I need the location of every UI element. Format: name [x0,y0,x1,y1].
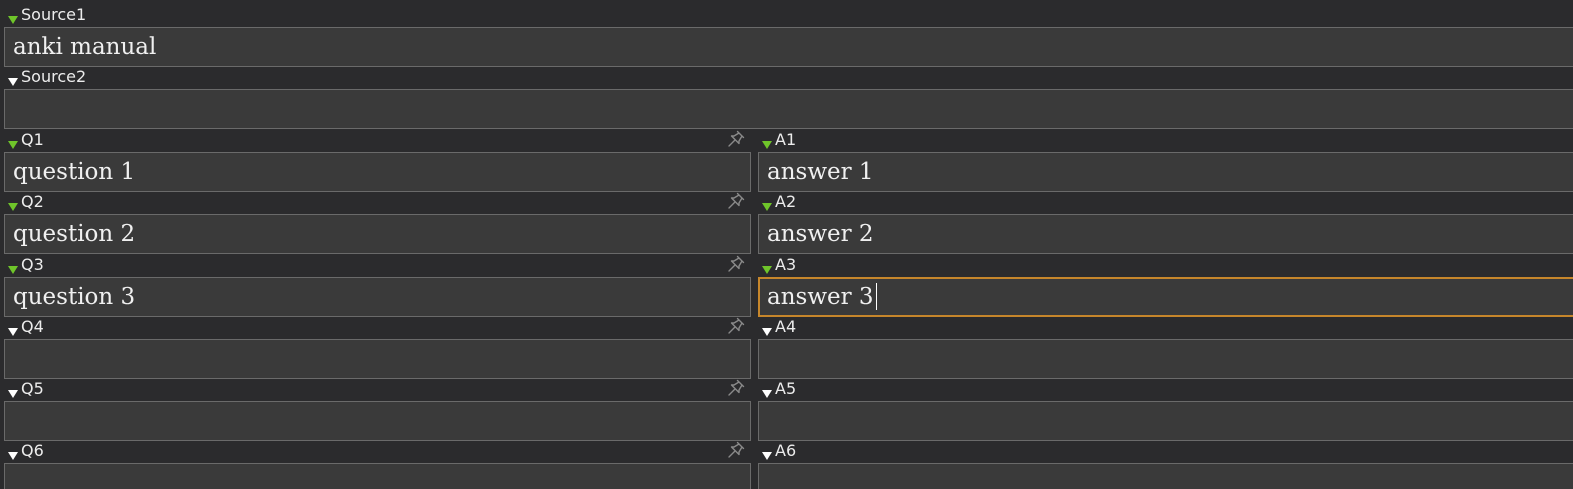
chevron-down-icon[interactable] [8,452,18,460]
field-text: question 2 [13,221,136,247]
field-a6: A6 [754,438,1573,489]
field-name-source1: Source1 [21,5,87,24]
source1-input[interactable]: anki manual [4,27,1573,67]
field-source1: Source1 anki manual [0,2,1573,68]
field-a4: A4 [754,314,1573,380]
field-name-q2: Q2 [21,192,44,211]
field-name-q6: Q6 [21,441,44,460]
field-label-row: Q1 [0,127,751,149]
field-name-q5: Q5 [21,379,44,398]
chevron-down-icon[interactable] [762,266,772,274]
field-name-q3: Q3 [21,255,44,274]
field-label-row: Source2 [0,64,1573,86]
field-text: question 3 [13,284,136,310]
field-name-source2: Source2 [21,67,87,86]
field-a2: A2 answer 2 [754,189,1573,255]
a6-input[interactable] [758,463,1573,489]
field-text: answer 2 [767,221,874,247]
q4-input[interactable] [4,339,751,379]
chevron-down-icon[interactable] [8,266,18,274]
q6-input[interactable] [4,463,751,489]
field-text: anki manual [13,34,157,60]
field-label-row: Q2 [0,189,751,211]
field-label-row: Q3 [0,252,751,274]
a5-input[interactable] [758,401,1573,441]
pin-icon[interactable] [727,441,745,459]
field-name-a2: A2 [775,192,797,211]
field-name-q1: Q1 [21,130,44,149]
field-text-content: answer 3 [767,284,874,310]
a1-input[interactable]: answer 1 [758,152,1573,192]
field-name-q4: Q4 [21,317,44,336]
field-label-row: A6 [754,438,1573,460]
text-caret [875,283,877,310]
chevron-down-icon[interactable] [8,203,18,211]
note-editor: Source1 anki manual Source2 Q1 question … [0,0,1573,489]
field-name-a5: A5 [775,379,797,398]
chevron-down-icon[interactable] [762,452,772,460]
field-q5: Q5 [0,376,751,442]
field-label-row: A4 [754,314,1573,336]
field-a1: A1 answer 1 [754,127,1573,193]
chevron-down-icon[interactable] [8,16,18,24]
pin-icon[interactable] [727,192,745,210]
chevron-down-icon[interactable] [762,141,772,149]
field-name-a1: A1 [775,130,797,149]
q5-input[interactable] [4,401,751,441]
field-a3: A3 answer 3 [754,252,1573,318]
field-q2: Q2 question 2 [0,189,751,255]
field-label-row: Source1 [0,2,1573,24]
field-name-a4: A4 [775,317,797,336]
q3-input[interactable]: question 3 [4,277,751,317]
a2-input[interactable]: answer 2 [758,214,1573,254]
field-label-row: Q5 [0,376,751,398]
source2-input[interactable] [4,89,1573,129]
chevron-down-icon[interactable] [8,390,18,398]
chevron-down-icon[interactable] [762,390,772,398]
field-label-row: Q4 [0,314,751,336]
q1-input[interactable]: question 1 [4,152,751,192]
a4-input[interactable] [758,339,1573,379]
field-label-row: A2 [754,189,1573,211]
chevron-down-icon[interactable] [8,141,18,149]
chevron-down-icon[interactable] [8,328,18,336]
field-a5: A5 [754,376,1573,442]
pin-icon[interactable] [727,130,745,148]
field-label-row: A3 [754,252,1573,274]
chevron-down-icon[interactable] [762,328,772,336]
field-text: answer 1 [767,159,874,185]
field-name-a6: A6 [775,441,797,460]
field-q4: Q4 [0,314,751,380]
chevron-down-icon[interactable] [8,78,18,86]
chevron-down-icon[interactable] [762,203,772,211]
pin-icon[interactable] [727,255,745,273]
field-text: question 1 [13,159,136,185]
q2-input[interactable]: question 2 [4,214,751,254]
field-name-a3: A3 [775,255,797,274]
field-source2: Source2 [0,64,1573,130]
field-text: answer 3 [767,282,877,312]
field-q3: Q3 question 3 [0,252,751,318]
field-q1: Q1 question 1 [0,127,751,193]
field-label-row: A1 [754,127,1573,149]
a3-input[interactable]: answer 3 [758,277,1573,317]
field-label-row: A5 [754,376,1573,398]
field-label-row: Q6 [0,438,751,460]
pin-icon[interactable] [727,317,745,335]
pin-icon[interactable] [727,379,745,397]
field-q6: Q6 [0,438,751,489]
